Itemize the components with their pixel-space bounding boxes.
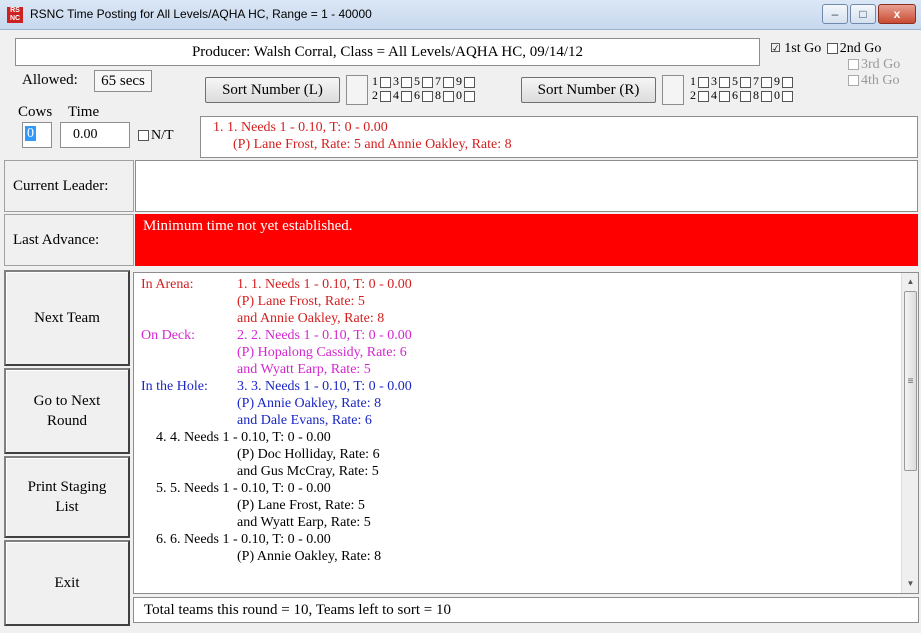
go-to-next-round-button[interactable]: Go to Next Round <box>4 368 130 454</box>
allowed-value: 65 secs <box>94 70 152 92</box>
window-title: RSNC Time Posting for All Levels/AQHA HC… <box>30 7 372 21</box>
allowed-label: Allowed: <box>22 72 78 88</box>
exit-label: Exit <box>54 575 80 591</box>
sort-number-right-button[interactable]: Sort Number (R) <box>521 77 656 103</box>
on-deck-label: On Deck: <box>141 328 196 343</box>
go-2nd-label: 2nd Go <box>839 41 882 56</box>
digit-checkbox[interactable]: 5 <box>732 74 738 88</box>
list-item: and Dale Evans, Rate: 6 <box>237 413 372 428</box>
list-item: (P) Doc Holliday, Rate: 6 <box>237 447 380 462</box>
digit-checkbox[interactable]: 6 <box>414 88 420 102</box>
digit-checkbox[interactable]: 0 <box>456 88 462 102</box>
cows-input[interactable]: 0 <box>22 122 52 148</box>
list-item: (P) Lane Frost, Rate: 5 <box>237 498 365 513</box>
list-item: (P) Annie Oakley, Rate: 8 <box>237 396 382 411</box>
digit-checkbox[interactable]: 1 <box>690 74 696 88</box>
list-item: and Annie Oakley, Rate: 8 <box>237 311 385 326</box>
digit-checkbox[interactable]: 3 <box>711 74 717 88</box>
digit-checkbox[interactable]: 7 <box>435 74 441 88</box>
go-3rd-label: 3rd Go <box>861 57 901 72</box>
maximize-button[interactable]: □ <box>850 4 876 24</box>
digit-checkbox[interactable]: 9 <box>774 74 780 88</box>
digit-checkbox[interactable]: 8 <box>753 88 759 102</box>
checked-icon: ☑ <box>770 41 781 55</box>
digit-checkbox[interactable]: 3 <box>393 74 399 88</box>
digit-checkbox[interactable]: 2 <box>372 88 378 102</box>
digit-checkbox[interactable]: 1 <box>372 74 378 88</box>
next-team-label: Next Team <box>34 310 100 326</box>
sort-left-display <box>346 75 368 105</box>
checkbox-icon <box>848 75 859 87</box>
list-item: and Wyatt Earp, Rate: 5 <box>237 362 371 377</box>
current-leader-box <box>135 160 918 212</box>
go-1st-label: 1st Go <box>784 41 822 56</box>
list-item: and Wyatt Earp, Rate: 5 <box>237 515 371 530</box>
digit-checkbox[interactable]: 6 <box>732 88 738 102</box>
minimize-button[interactable]: – <box>822 4 848 24</box>
list-item: (P) Hopalong Cassidy, Rate: 6 <box>237 345 407 360</box>
go-4th-label: 4th Go <box>861 73 900 88</box>
in-hole-label: In the Hole: <box>141 379 208 394</box>
checkbox-icon <box>138 130 149 142</box>
status-bar: Total teams this round = 10, Teams left … <box>133 597 919 623</box>
next-round-label: Go to Next Round <box>33 393 101 429</box>
app-icon: RS NC <box>7 7 23 23</box>
scroll-thumb[interactable]: ≡ <box>904 291 917 471</box>
go-3rd-checkbox: 3rd Go <box>770 57 920 73</box>
scroll-up-icon[interactable]: ▲ <box>902 273 918 290</box>
digit-checkbox[interactable]: 4 <box>393 88 399 102</box>
last-advance-message: Minimum time not yet established. <box>135 214 918 266</box>
last-advance-label: Last Advance: <box>4 214 134 266</box>
nt-checkbox[interactable]: N/T <box>136 128 174 144</box>
nt-label: N/T <box>151 128 174 143</box>
sort-number-left-button[interactable]: Sort Number (L) <box>205 77 340 103</box>
digit-checkbox[interactable]: 0 <box>774 88 780 102</box>
staging-list[interactable]: In Arena: 1. 1. Needs 1 - 0.10, T: 0 - 0… <box>133 272 919 594</box>
close-button[interactable]: x <box>878 4 916 24</box>
current-team-line2: (P) Lane Frost, Rate: 5 and Annie Oakley… <box>233 137 512 152</box>
in-arena-label: In Arena: <box>141 277 194 292</box>
list-item: 3. 3. Needs 1 - 0.10, T: 0 - 0.00 <box>237 379 412 394</box>
list-item: 6. 6. Needs 1 - 0.10, T: 0 - 0.00 <box>156 532 331 547</box>
cows-value: 0 <box>25 126 36 141</box>
sort-left-digits: 1 3 5 7 9 2 4 6 8 0 <box>372 74 477 102</box>
list-item: (P) Annie Oakley, Rate: 8 <box>237 549 382 564</box>
current-leader-label: Current Leader: <box>4 160 134 212</box>
current-team-box: 1. 1. Needs 1 - 0.10, T: 0 - 0.00 (P) La… <box>200 116 918 158</box>
digit-checkbox[interactable]: 9 <box>456 74 462 88</box>
list-item: 2. 2. Needs 1 - 0.10, T: 0 - 0.00 <box>237 328 412 343</box>
time-input[interactable]: 0.00 <box>60 122 130 148</box>
next-team-button[interactable]: Next Team <box>4 270 130 366</box>
sort-right-digits: 1 3 5 7 9 2 4 6 8 0 <box>690 74 795 102</box>
list-item: and Gus McCray, Rate: 5 <box>237 464 379 479</box>
title-bar: RS NC RSNC Time Posting for All Levels/A… <box>0 0 921 30</box>
current-team-line1: 1. 1. Needs 1 - 0.10, T: 0 - 0.00 <box>213 120 388 135</box>
list-item: 1. 1. Needs 1 - 0.10, T: 0 - 0.00 <box>237 277 412 292</box>
checkbox-icon <box>826 43 838 55</box>
digit-checkbox[interactable]: 8 <box>435 88 441 102</box>
print-staging-list-button[interactable]: Print Staging List <box>4 456 130 538</box>
exit-button[interactable]: Exit <box>4 540 130 626</box>
list-item: (P) Lane Frost, Rate: 5 <box>237 294 365 309</box>
time-label: Time <box>68 104 100 120</box>
print-staging-label: Print Staging List <box>27 479 107 515</box>
sort-right-display <box>662 75 684 105</box>
producer-line: Producer: Walsh Corral, Class = All Leve… <box>15 38 760 66</box>
digit-checkbox[interactable]: 5 <box>414 74 420 88</box>
scroll-down-icon[interactable]: ▼ <box>902 575 918 592</box>
list-item: 5. 5. Needs 1 - 0.10, T: 0 - 0.00 <box>156 481 331 496</box>
vertical-scrollbar[interactable]: ▲ ≡ ▼ <box>901 273 918 593</box>
list-item: 4. 4. Needs 1 - 0.10, T: 0 - 0.00 <box>156 430 331 445</box>
checkbox-icon <box>848 59 859 71</box>
go-2nd-checkbox[interactable]: 2nd Go <box>825 41 882 56</box>
digit-checkbox[interactable]: 7 <box>753 74 759 88</box>
digit-checkbox[interactable]: 4 <box>711 88 717 102</box>
go-1st-checkbox[interactable]: ☑ 1st Go <box>770 41 821 56</box>
cows-label: Cows <box>18 104 53 120</box>
digit-checkbox[interactable]: 2 <box>690 88 696 102</box>
